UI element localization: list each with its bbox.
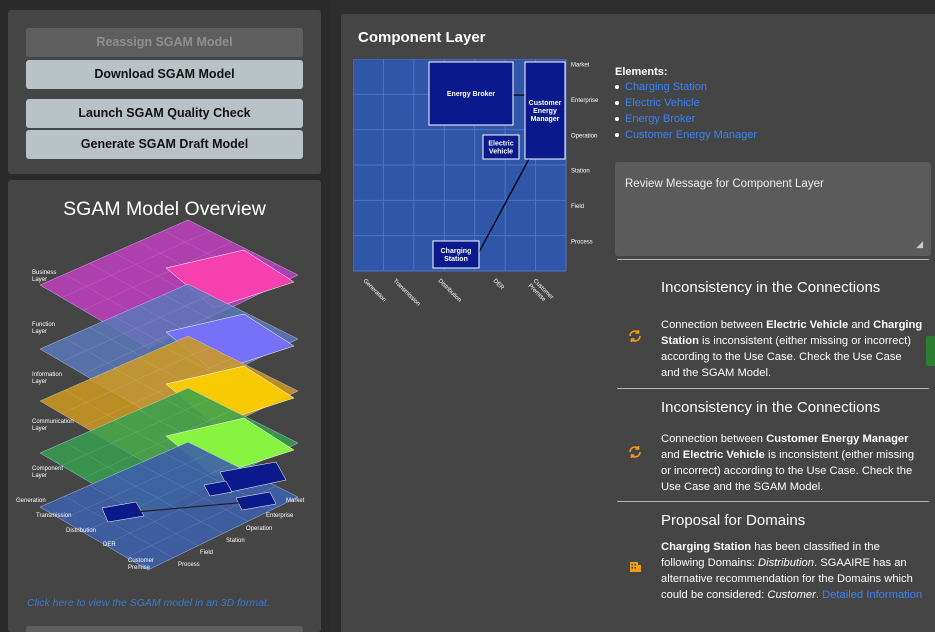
- generate-draft-button[interactable]: Generate SGAM Draft Model: [26, 130, 303, 159]
- review-placeholder: Review Message for Component Layer: [625, 178, 824, 190]
- zone-label: Operation: [571, 133, 597, 139]
- issue-card: Inconsistency in the Connections Connect…: [617, 388, 929, 501]
- layer-label: Component Layer: [32, 466, 63, 479]
- review-message-textarea[interactable]: Review Message for Component Layer ◢: [615, 162, 931, 256]
- zone-label: Station: [571, 169, 590, 175]
- proposal-card: Proposal for Domains Charging Station ha…: [617, 501, 929, 632]
- layer-label: Function Layer: [32, 322, 55, 335]
- sync-warning-icon: [629, 330, 641, 342]
- element-item[interactable]: Charging Station: [615, 79, 757, 95]
- side-tab-indicator[interactable]: [926, 336, 935, 366]
- zone-label: Enterprise: [266, 513, 294, 519]
- component-label: Charging Station: [441, 248, 472, 263]
- proposal-title: Proposal for Domains: [661, 512, 806, 529]
- elements-heading: Elements:: [615, 66, 668, 78]
- layer-label: Communication Layer: [32, 419, 74, 432]
- overview-bottom-button[interactable]: [26, 626, 303, 632]
- domain-label: Distribution: [437, 278, 462, 303]
- zone-label: Enterprise: [571, 98, 599, 104]
- issue-message: Connection between Electric Vehicle and …: [661, 319, 923, 379]
- component-layer-title: Component Layer: [358, 29, 486, 46]
- component-layer-panel: Component Layer Energy Broker Customer Ene…: [341, 14, 935, 632]
- zone-label: Market: [286, 498, 305, 504]
- zone-label: Field: [200, 550, 213, 556]
- download-sgam-button[interactable]: Download SGAM Model: [26, 60, 303, 89]
- building-icon: [630, 562, 641, 572]
- domain-label: Distribution: [66, 528, 96, 534]
- element-item[interactable]: Energy Broker: [615, 111, 757, 127]
- zone-label: Process: [571, 239, 593, 245]
- domain-label: Generation: [362, 278, 387, 303]
- action-panel: Reassign SGAM Model Download SGAM Model …: [8, 10, 321, 174]
- element-item[interactable]: Customer Energy Manager: [615, 127, 757, 143]
- component-label: Energy Broker: [447, 91, 496, 98]
- issue-title: Inconsistency in the Connections: [661, 399, 881, 416]
- domain-label: Transmission: [36, 513, 71, 519]
- component-layer-grid: Energy Broker Customer Energy Manager Electr…: [353, 59, 599, 307]
- zone-label: Process: [178, 562, 200, 568]
- issue-title: Inconsistency in the Connections: [661, 279, 881, 296]
- resize-handle-icon[interactable]: ◢: [916, 239, 923, 250]
- element-item[interactable]: Electric Vehicle: [615, 95, 757, 111]
- layer-label: Information Layer: [32, 372, 62, 385]
- left-panel: Reassign SGAM Model Download SGAM Model …: [0, 0, 330, 632]
- component-label: Customer Energy Manager: [529, 100, 562, 123]
- domain-label: Transmission: [392, 278, 421, 307]
- issue-message: Connection between Customer Energy Manag…: [661, 433, 915, 493]
- 3d-view-link[interactable]: Click here to view the SGAM model in an …: [27, 597, 270, 609]
- domain-label: CustomerPremise: [527, 278, 555, 306]
- domain-label: DER: [492, 278, 506, 292]
- reassign-sgam-button[interactable]: Reassign SGAM Model: [26, 28, 303, 57]
- elements-list: Elements: Charging Station Electric Vehi…: [615, 66, 757, 143]
- domain-label: DER: [103, 542, 116, 548]
- zone-label: Field: [571, 204, 584, 210]
- zone-label: Market: [571, 63, 590, 69]
- quality-check-button[interactable]: Launch SGAM Quality Check: [26, 99, 303, 128]
- zone-label: Station: [226, 538, 245, 544]
- sync-warning-icon: [629, 446, 641, 458]
- zone-label: Operation: [246, 526, 272, 532]
- sgam-overview-panel: SGAM Model Overview Business Layer Functio…: [8, 180, 321, 632]
- issue-card: Inconsistency in the Connections Connect…: [617, 259, 929, 381]
- domain-label: Generation: [16, 498, 46, 504]
- sgam-3d-illustration: Business LayerFunction LayerInformation Lay…: [16, 219, 305, 571]
- proposal-message: Charging Station has been classified in …: [661, 541, 923, 601]
- detailed-information-link[interactable]: Detailed Information: [822, 589, 922, 601]
- component-label: Electric Vehicle: [488, 141, 513, 156]
